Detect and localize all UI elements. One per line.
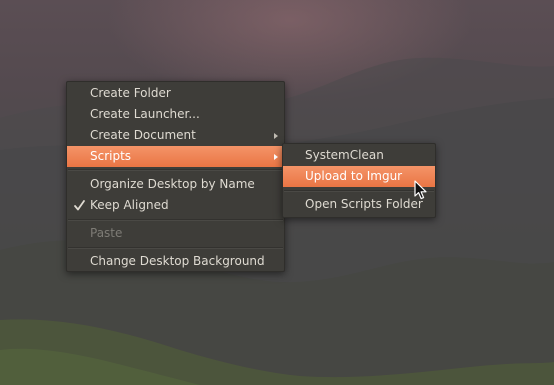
menu-item-label: Create Folder bbox=[90, 86, 171, 100]
menu-item-create-document[interactable]: Create Document bbox=[67, 125, 284, 146]
menu-item-label: Organize Desktop by Name bbox=[90, 177, 255, 191]
scripts-submenu: SystemClean Upload to Imgur Open Scripts… bbox=[282, 143, 436, 218]
chevron-right-icon bbox=[274, 133, 278, 139]
menu-separator bbox=[68, 169, 283, 171]
menu-item-label: Scripts bbox=[90, 149, 132, 163]
menu-item-label: Upload to Imgur bbox=[305, 169, 403, 183]
mouse-pointer-icon bbox=[414, 180, 427, 200]
chevron-right-icon bbox=[274, 154, 278, 160]
desktop-context-menu: Create Folder Create Launcher... Create … bbox=[66, 81, 285, 272]
submenu-item-open-scripts-folder[interactable]: Open Scripts Folder bbox=[283, 194, 435, 215]
menu-separator bbox=[68, 247, 283, 249]
menu-item-label: Change Desktop Background bbox=[90, 254, 265, 268]
menu-item-keep-aligned[interactable]: Keep Aligned bbox=[67, 195, 284, 216]
menu-item-label: SystemClean bbox=[305, 148, 384, 162]
menu-item-paste: Paste bbox=[67, 223, 284, 244]
menu-separator bbox=[284, 190, 434, 192]
checkmark-icon bbox=[74, 200, 85, 211]
desktop-background[interactable]: Create Folder Create Launcher... Create … bbox=[0, 0, 554, 385]
menu-item-create-launcher[interactable]: Create Launcher... bbox=[67, 104, 284, 125]
submenu-item-upload-to-imgur[interactable]: Upload to Imgur bbox=[283, 166, 435, 187]
menu-item-label: Open Scripts Folder bbox=[305, 197, 423, 211]
menu-item-label: Create Launcher... bbox=[90, 107, 200, 121]
menu-item-scripts[interactable]: Scripts bbox=[67, 146, 284, 167]
menu-item-organize-desktop[interactable]: Organize Desktop by Name bbox=[67, 174, 284, 195]
menu-item-label: Paste bbox=[90, 226, 123, 240]
menu-item-create-folder[interactable]: Create Folder bbox=[67, 83, 284, 104]
submenu-item-systemclean[interactable]: SystemClean bbox=[283, 145, 435, 166]
menu-item-label: Keep Aligned bbox=[90, 198, 169, 212]
menu-item-label: Create Document bbox=[90, 128, 196, 142]
menu-separator bbox=[68, 219, 283, 221]
menu-item-change-background[interactable]: Change Desktop Background bbox=[67, 251, 284, 272]
